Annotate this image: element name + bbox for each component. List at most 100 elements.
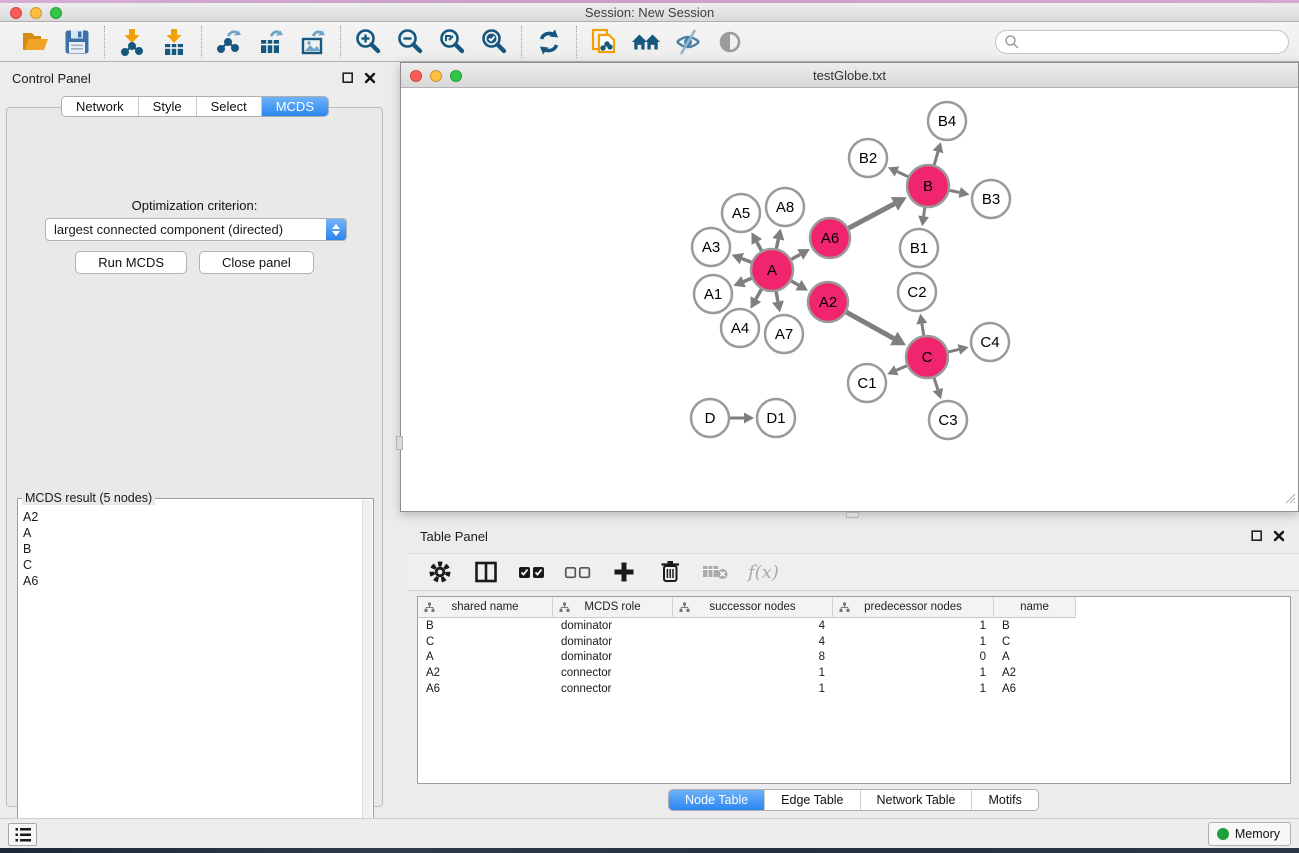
table-settings-gear-icon[interactable]: [426, 558, 454, 586]
graph-node-A3[interactable]: A3: [692, 228, 730, 266]
graph-edge-A-A7[interactable]: [776, 292, 778, 302]
table-tab-network-table[interactable]: Network Table: [861, 790, 973, 810]
graph-edge-A-A8[interactable]: [776, 239, 778, 248]
import-table-icon[interactable]: [159, 27, 189, 57]
column-header-shared-name[interactable]: shared name: [418, 597, 553, 618]
window-resize-grip[interactable]: [1283, 491, 1296, 509]
tab-select[interactable]: Select: [197, 97, 262, 116]
column-sort-icon[interactable]: [679, 602, 690, 613]
zoom-selected-icon[interactable]: [479, 27, 509, 57]
network-snapshot-icon[interactable]: [589, 27, 619, 57]
graph-edge-A-A2[interactable]: [791, 281, 798, 285]
zoom-in-icon[interactable]: [353, 27, 383, 57]
graph-node-C[interactable]: C: [906, 336, 948, 378]
table-row[interactable]: A6connector11A6: [418, 681, 1290, 697]
hide-graphics-details-icon[interactable]: [673, 27, 703, 57]
column-header-name[interactable]: name: [994, 597, 1076, 618]
graph-node-C1[interactable]: C1: [848, 364, 886, 402]
graph-node-B4[interactable]: B4: [928, 102, 966, 140]
deselect-all-icon[interactable]: [564, 558, 592, 586]
graph-node-B2[interactable]: B2: [849, 139, 887, 177]
run-mcds-button[interactable]: Run MCDS: [75, 251, 187, 274]
table-tab-motifs[interactable]: Motifs: [972, 790, 1037, 810]
graph-edge-A6-B[interactable]: [849, 204, 895, 228]
graph-node-B1[interactable]: B1: [900, 229, 938, 267]
delete-column-icon[interactable]: [656, 558, 684, 586]
delete-table-icon[interactable]: [702, 558, 730, 586]
table-tab-edge-table[interactable]: Edge Table: [765, 790, 860, 810]
tab-style[interactable]: Style: [139, 97, 197, 116]
graph-node-A7[interactable]: A7: [765, 315, 803, 353]
graph-node-C3[interactable]: C3: [929, 401, 967, 439]
task-history-button[interactable]: [8, 823, 37, 846]
graph-node-D1[interactable]: D1: [757, 399, 795, 437]
graph-node-A6[interactable]: A6: [810, 218, 850, 258]
function-builder-icon[interactable]: f(x): [748, 562, 779, 583]
search-input[interactable]: [995, 30, 1289, 54]
graph-node-A4[interactable]: A4: [721, 309, 759, 347]
close-panel-icon[interactable]: [362, 71, 378, 85]
column-sort-icon[interactable]: [839, 602, 850, 613]
minimize-network-window-button[interactable]: [430, 70, 442, 82]
graph-node-A1[interactable]: A1: [694, 275, 732, 313]
graph-edge-A-A6[interactable]: [791, 254, 800, 259]
graph-edge-C-C2[interactable]: [922, 324, 924, 336]
memory-status-button[interactable]: Memory: [1208, 822, 1291, 846]
zoom-window-button[interactable]: [50, 7, 62, 19]
table-row[interactable]: Bdominator41B: [418, 618, 1290, 634]
tab-mcds[interactable]: MCDS: [262, 97, 328, 116]
mcds-result-item[interactable]: C: [20, 557, 361, 573]
mcds-result-item[interactable]: A2: [20, 509, 361, 525]
zoom-network-window-button[interactable]: [450, 70, 462, 82]
graph-edge-B-B2[interactable]: [897, 172, 908, 177]
float-table-panel-icon[interactable]: [1249, 529, 1265, 543]
optimization-criterion-dropdown[interactable]: largest connected component (directed): [45, 218, 347, 241]
vertical-splitter-handle[interactable]: [396, 436, 403, 450]
zoom-out-icon[interactable]: [395, 27, 425, 57]
graph-node-C4[interactable]: C4: [971, 323, 1009, 361]
column-header-successor-nodes[interactable]: successor nodes: [673, 597, 833, 618]
close-panel-button[interactable]: Close panel: [199, 251, 314, 274]
graph-node-A[interactable]: A: [751, 249, 793, 291]
graph-edge-C-C3[interactable]: [934, 378, 938, 390]
table-tab-node-table[interactable]: Node Table: [669, 790, 765, 810]
open-session-icon[interactable]: [20, 27, 50, 57]
graph-edge-B-B4[interactable]: [934, 152, 938, 165]
add-column-icon[interactable]: [610, 558, 638, 586]
import-network-icon[interactable]: [117, 27, 147, 57]
graph-edge-B-B3[interactable]: [950, 190, 960, 192]
close-network-window-button[interactable]: [410, 70, 422, 82]
mcds-result-item[interactable]: B: [20, 541, 361, 557]
graph-node-D[interactable]: D: [691, 399, 729, 437]
graph-edge-B-B1[interactable]: [924, 208, 925, 217]
mcds-result-scrollbar[interactable]: [362, 500, 372, 836]
graph-node-B3[interactable]: B3: [972, 180, 1010, 218]
mcds-result-item[interactable]: A6: [20, 573, 361, 589]
dropdown-stepper-icon[interactable]: [326, 219, 346, 240]
graph-edge-C-C1[interactable]: [896, 366, 906, 371]
table-row[interactable]: A2connector11A2: [418, 665, 1290, 681]
graph-node-B[interactable]: B: [907, 165, 949, 207]
minimize-window-button[interactable]: [30, 7, 42, 19]
export-image-icon[interactable]: [298, 27, 328, 57]
column-header-predecessor-nodes[interactable]: predecessor nodes: [833, 597, 994, 618]
graph-node-A5[interactable]: A5: [722, 194, 760, 232]
tab-network[interactable]: Network: [62, 97, 139, 116]
export-network-icon[interactable]: [214, 27, 244, 57]
graph-node-A2[interactable]: A2: [808, 282, 848, 322]
column-sort-icon[interactable]: [424, 602, 435, 613]
close-table-panel-icon[interactable]: [1271, 529, 1287, 543]
column-header-MCDS-role[interactable]: MCDS role: [553, 597, 673, 618]
graph-edge-A2-C[interactable]: [846, 312, 893, 338]
select-all-icon[interactable]: [518, 558, 546, 586]
graph-edge-A-A1[interactable]: [744, 278, 752, 281]
graph-edge-A-A3[interactable]: [742, 259, 752, 263]
close-window-button[interactable]: [10, 7, 22, 19]
home-views-icon[interactable]: [631, 27, 661, 57]
network-canvas[interactable]: B4B2BB3A8A5A6A3B1AC2A1A2A4A7C4CC1DD1C3: [402, 89, 1297, 510]
zoom-fit-icon[interactable]: [437, 27, 467, 57]
table-row[interactable]: Adominator80A: [418, 650, 1290, 666]
graph-node-C2[interactable]: C2: [898, 273, 936, 311]
graph-edge-A-A4[interactable]: [756, 289, 762, 299]
mcds-result-item[interactable]: A: [20, 525, 361, 541]
